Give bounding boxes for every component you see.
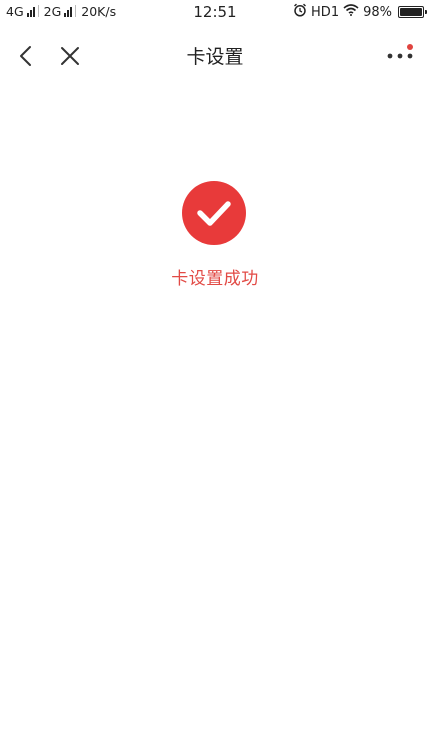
- status-bar: 4G 2G 20K/s 12:51 HD1 98%: [0, 0, 430, 26]
- alarm-icon: [293, 3, 307, 21]
- battery-icon: [398, 6, 427, 18]
- battery-fill: [400, 8, 422, 16]
- page-title: 卡设置: [186, 46, 244, 68]
- battery-percent: 98%: [363, 4, 392, 20]
- wifi-icon: [343, 4, 359, 20]
- nav-bar: 卡设置: [0, 26, 430, 86]
- status-right: HD1 98%: [293, 3, 427, 21]
- success-check-icon: [182, 181, 246, 245]
- notification-dot: [407, 44, 413, 50]
- more-button[interactable]: [384, 40, 416, 72]
- check-circle-icon: [197, 201, 231, 226]
- more-dots-icon: [387, 53, 413, 59]
- success-message: 卡设置成功: [171, 269, 259, 289]
- hd-label: HD1: [311, 4, 340, 20]
